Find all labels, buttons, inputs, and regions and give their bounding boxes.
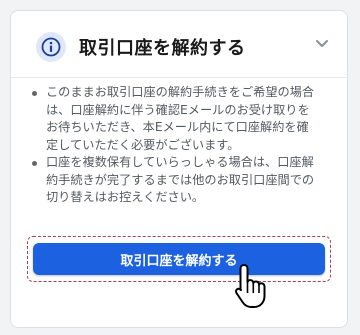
header-divider xyxy=(11,77,347,78)
panel-title: 取引口座を解約する xyxy=(79,38,246,59)
list-item: このままお取引口座の解約手続きをご希望の場合は、口座解約に伴う確認Eメールのお受… xyxy=(30,84,320,154)
chevron-down-icon[interactable] xyxy=(315,39,329,49)
notes-list: このままお取引口座の解約手続きをご希望の場合は、口座解約に伴う確認Eメールのお受… xyxy=(30,84,320,207)
info-icon xyxy=(36,32,66,62)
panel-header[interactable]: 取引口座を解約する xyxy=(11,11,347,75)
close-account-button[interactable]: 取引口座を解約する xyxy=(33,243,325,275)
hand-pointer-icon xyxy=(235,264,266,308)
list-item: 口座を複数保有していらっしゃる場合は、口座解約手続きが完了するまでは他のお取引口… xyxy=(30,154,320,207)
